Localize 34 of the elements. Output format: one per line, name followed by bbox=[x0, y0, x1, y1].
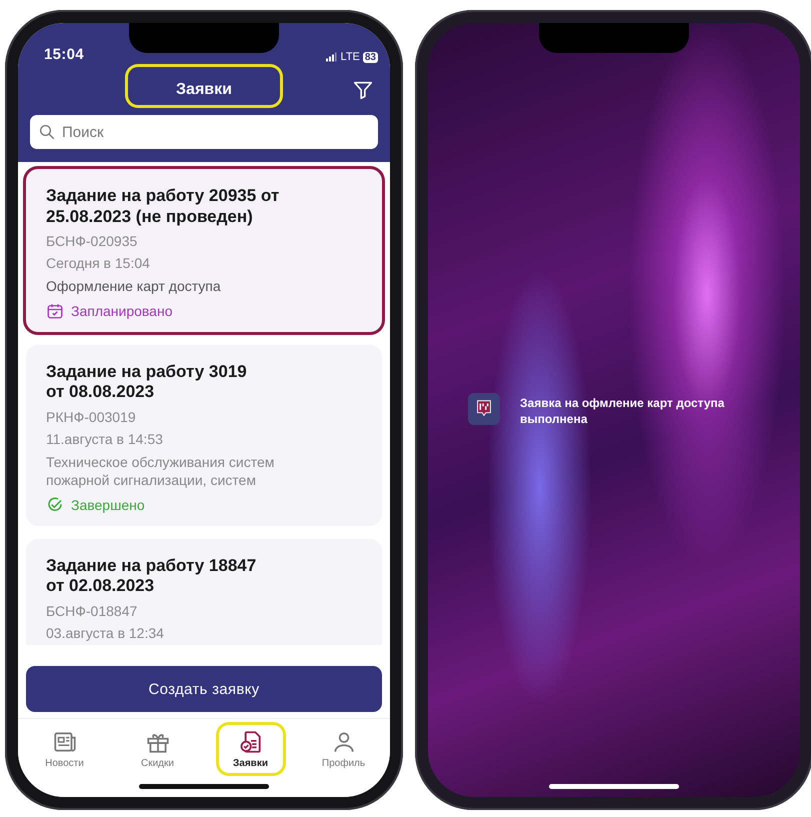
nav-tab[interactable]: Скидки bbox=[126, 725, 190, 773]
network-label: LTE bbox=[340, 51, 360, 63]
status-label: Завершено bbox=[71, 496, 145, 512]
status-label: Запланировано bbox=[71, 302, 172, 319]
search-field[interactable]: Поиск bbox=[30, 115, 378, 149]
card-code: БСНФ-020935 bbox=[46, 233, 138, 250]
card-date: Сегодня в 15:04 bbox=[46, 255, 151, 272]
notification-text: Заявка на офмление карт доступа выполнена bbox=[520, 394, 724, 428]
card-description: Оформление карт доступа bbox=[46, 277, 222, 296]
card-title: Задание на работу 20935 от 25.08.2023 (не проведен) bbox=[46, 186, 280, 228]
battery-level: 83 bbox=[362, 52, 378, 62]
card-code: БСНФ-018847 bbox=[46, 602, 138, 619]
card-date: 03.августа в 12:34 bbox=[46, 624, 165, 641]
card-description: Техническое обслуживания систем пожарной сигнализации, систем bbox=[46, 453, 276, 490]
status-time: 15:04 bbox=[44, 46, 84, 63]
nav-tab[interactable]: Заявки bbox=[218, 725, 282, 773]
document-check-icon bbox=[238, 729, 264, 755]
card-code: РКНФ-003019 bbox=[46, 409, 137, 426]
signal-icon bbox=[324, 51, 338, 63]
request-card[interactable]: Задание на работу 3019 от 08.08.2023 РКНФ-003019 11.августа в 14:53 Техническое обслуживания систем пожарной сигнализации, систем Завершено bbox=[26, 344, 382, 526]
card-date: 11.августа в 14:53 bbox=[46, 431, 164, 448]
search-icon bbox=[38, 123, 56, 141]
card-title: Задание на работу 3019 от 08.08.2023 bbox=[46, 362, 248, 404]
create-request-button[interactable]: Создать заявку bbox=[26, 666, 382, 712]
request-card[interactable]: Задание на работу 18847 от 02.08.2023 БСНФ-018847 03.августа в 12:34 bbox=[26, 538, 382, 645]
card-title: Задание на работу 18847 от 02.08.2023 bbox=[46, 556, 258, 597]
calendar-check-icon bbox=[46, 302, 64, 320]
search-input[interactable]: Поиск bbox=[60, 122, 370, 142]
check-circle-icon bbox=[46, 496, 64, 514]
request-card[interactable]: Задание на работу 20935 от 25.08.2023 (не проведен) БСНФ-020935 Сегодня в 15:04 Оформление карт доступа Запланировано bbox=[26, 169, 382, 332]
nav-tab[interactable]: Профиль bbox=[312, 725, 376, 773]
nav-tab[interactable]: Новости bbox=[32, 725, 96, 773]
screen-title: Заявки bbox=[128, 67, 280, 105]
filter-icon[interactable] bbox=[352, 79, 374, 101]
